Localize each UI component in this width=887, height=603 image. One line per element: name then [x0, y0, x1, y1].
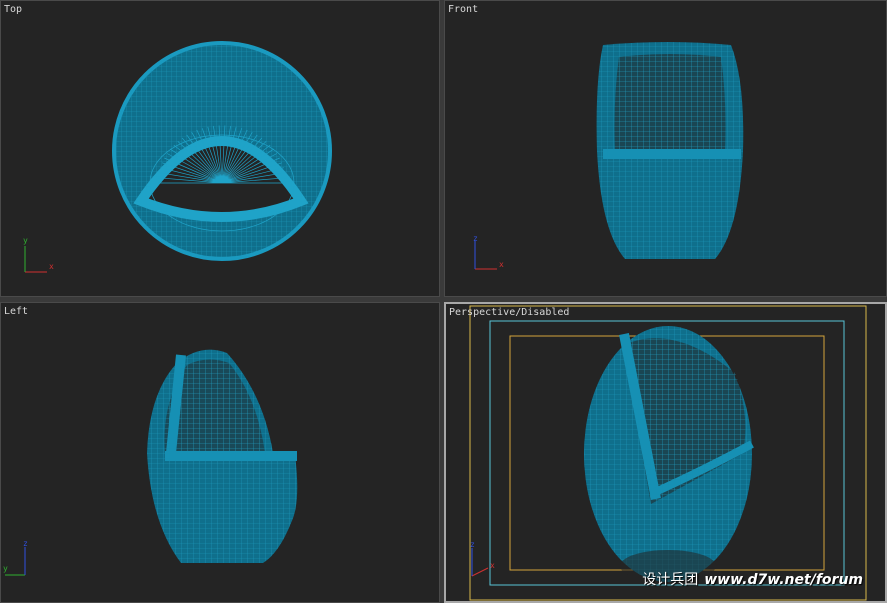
- front-view-canvas[interactable]: x z: [445, 1, 887, 297]
- axis-tripod: x y: [23, 236, 54, 273]
- watermark-url: www.d7w.net/forum: [704, 572, 863, 588]
- axis-tripod: x z: [470, 540, 495, 577]
- axis-x-label: x: [499, 260, 504, 269]
- watermark: 设计兵团 www.d7w.net/forum: [642, 569, 863, 589]
- viewport-perspective[interactable]: x z Perspective/Disabled 设计兵团 www.d7w.net…: [444, 302, 887, 603]
- viewport-label-left[interactable]: Left: [4, 306, 28, 318]
- egg-chair-front-mesh: [596, 42, 744, 259]
- egg-chair-top-mesh: [112, 41, 332, 261]
- viewport-left[interactable]: y z Left: [0, 302, 440, 603]
- axis-z-label: z: [473, 234, 478, 243]
- egg-chair-left-mesh: [147, 349, 298, 563]
- left-view-canvas[interactable]: y z: [1, 303, 440, 603]
- axis-x-label: x: [49, 262, 54, 271]
- viewport-top[interactable]: x y Top: [0, 0, 440, 297]
- viewport-front[interactable]: x z Front: [444, 0, 887, 297]
- axis-y-label: y: [23, 236, 28, 245]
- watermark-cn: 设计兵团: [642, 572, 699, 588]
- axis-y-label: y: [3, 564, 8, 573]
- viewport-label-perspective[interactable]: Perspective/Disabled: [449, 307, 569, 319]
- axis-tripod: x z: [473, 234, 504, 270]
- axis-x-label: x: [490, 561, 495, 570]
- axis-z-label: z: [23, 539, 28, 548]
- viewport-label-front[interactable]: Front: [448, 4, 478, 16]
- axis-z-label: z: [470, 540, 475, 549]
- egg-chair-perspective-mesh: [584, 326, 754, 582]
- axis-tripod: y z: [3, 539, 28, 576]
- perspective-view-canvas[interactable]: x z: [446, 304, 885, 601]
- viewport-label-top[interactable]: Top: [4, 4, 22, 16]
- top-view-canvas[interactable]: x y: [1, 1, 440, 297]
